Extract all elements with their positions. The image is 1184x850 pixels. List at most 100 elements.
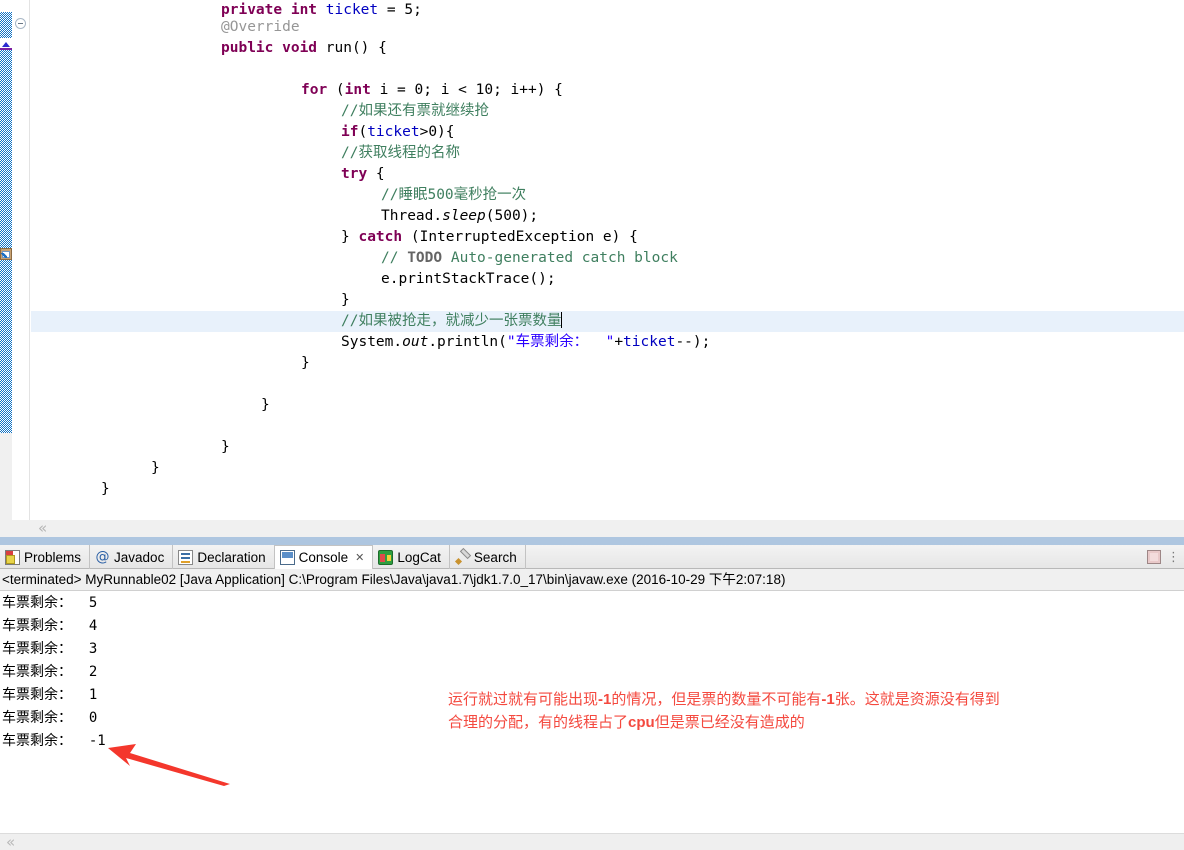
tab-label: Console <box>298 550 349 565</box>
code-token: (InterruptedException e) { <box>402 229 638 245</box>
code-token: (500); <box>485 208 539 224</box>
console-toolbar: ⋮ <box>1147 545 1180 569</box>
code-token: System. <box>341 334 403 350</box>
code-token: out <box>402 334 429 350</box>
source-code-text[interactable]: private int ticket = 5; @Override public v… <box>31 0 1184 545</box>
code-line[interactable]: public void run() { <box>31 38 1184 59</box>
code-token: //如果被抢走，就减少一张票数量 <box>341 313 562 329</box>
text-caret <box>561 312 563 328</box>
code-token: run() { <box>325 40 387 56</box>
code-token: } <box>101 481 110 497</box>
code-line[interactable]: //如果还有票就继续抢 <box>31 101 1184 122</box>
annotation-seg: 张。这就是资源没有得到 <box>834 691 1000 708</box>
editor-overview-ruler[interactable] <box>0 0 12 545</box>
code-token: + <box>614 334 624 350</box>
launch-configuration-line: <terminated> MyRunnable02 [Java Applicat… <box>0 569 1184 591</box>
close-icon[interactable]: ✕ <box>355 551 364 564</box>
code-token: TODO <box>407 250 443 266</box>
code-token: //睡眠500毫秒抢一次 <box>381 187 527 203</box>
problems-icon <box>5 549 20 565</box>
code-token: if <box>341 124 359 140</box>
code-token: public void <box>221 40 326 56</box>
view-tab-bar: Problems @ Javadoc Declaration Console ✕ LogCa… <box>0 545 1184 569</box>
code-token: @Override <box>221 19 300 35</box>
tab-javadoc[interactable]: @ Javadoc <box>90 545 174 569</box>
editor-folding-gutter[interactable] <box>12 0 30 545</box>
code-line[interactable]: e.printStackTrace(); <box>31 269 1184 290</box>
editor-horizontal-scrollbar[interactable]: « <box>12 520 1184 537</box>
code-line[interactable]: System.out.println("车票剩余： "+ticket--); <box>31 332 1184 353</box>
code-token: sleep <box>442 208 486 224</box>
code-token: ticket <box>623 334 676 350</box>
code-token: // <box>381 250 408 266</box>
view-tabs: Problems @ Javadoc Declaration Console ✕ LogCa… <box>0 545 526 569</box>
red-arrow-annotation-icon <box>108 744 230 786</box>
code-line[interactable]: } <box>31 437 1184 458</box>
tab-label: LogCat <box>397 549 441 565</box>
code-token: .println( <box>428 334 507 350</box>
code-line[interactable]: for (int i = 0; i < 10; i++) { <box>31 80 1184 101</box>
search-icon <box>455 550 470 565</box>
code-line[interactable]: } catch (InterruptedException e) { <box>31 227 1184 248</box>
javadoc-icon: @ <box>95 548 110 565</box>
console-output-line: 车票剩余： 5 <box>2 595 98 611</box>
editor-bottom-band <box>0 537 1184 545</box>
code-token: Thread. <box>381 208 443 224</box>
tab-label: Javadoc <box>114 549 165 565</box>
code-token: //如果还有票就继续抢 <box>341 103 489 119</box>
code-line[interactable]: Thread.sleep(500); <box>31 206 1184 227</box>
code-line[interactable]: } <box>31 458 1184 479</box>
code-token: i = 0; i < 10; i++) { <box>370 82 563 98</box>
eclipse-ide-window: private int ticket = 5; @Override public v… <box>0 0 1184 850</box>
stop-icon[interactable] <box>1147 550 1161 564</box>
task-marker-icon[interactable] <box>0 248 12 260</box>
code-token: ticket <box>367 124 420 140</box>
tab-search[interactable]: Search <box>450 545 526 569</box>
code-line[interactable]: try { <box>31 164 1184 185</box>
console-horizontal-scrollbar[interactable]: « <box>0 833 1184 850</box>
console-output-line: 车票剩余： -1 <box>2 733 106 749</box>
bookmark-marker-icon[interactable] <box>0 38 12 50</box>
code-editor-area: private int ticket = 5; @Override public v… <box>0 0 1184 545</box>
code-line[interactable]: //睡眠500毫秒抢一次 <box>31 185 1184 206</box>
annotation-seg: cpu <box>628 714 655 731</box>
code-token: } <box>221 439 230 455</box>
code-token: Auto-generated catch block <box>442 250 678 266</box>
annotation-seg: -1 <box>598 691 612 708</box>
tab-problems[interactable]: Problems <box>0 545 91 569</box>
code-token: } <box>341 229 359 245</box>
ruler-top-gap <box>0 0 12 12</box>
tab-declaration[interactable]: Declaration <box>173 545 275 569</box>
code-line[interactable]: } <box>31 395 1184 416</box>
console-output-line: 车票剩余： 2 <box>2 664 98 680</box>
code-line[interactable]: } <box>31 290 1184 311</box>
declaration-icon <box>178 549 194 565</box>
annotation-text-line-2: 合理的分配，有的线程占了cpu但是票已经没有造成的 <box>448 711 805 734</box>
code-token: "车票剩余： " <box>506 334 615 350</box>
console-scroll-left-chevron-icon[interactable]: « <box>6 834 15 850</box>
fold-collapse-icon[interactable] <box>15 18 26 29</box>
code-token: catch <box>358 229 403 245</box>
code-line[interactable]: if(ticket>0){ <box>31 122 1184 143</box>
console-output[interactable]: 车票剩余： 5 车票剩余： 4 车票剩余： 3 车票剩余： 2 车票剩余： 1 车票剩余：… <box>0 592 1184 832</box>
annotation-seg: -1 <box>821 691 835 708</box>
code-line[interactable]: } <box>31 353 1184 374</box>
console-view-panel: Problems @ Javadoc Declaration Console ✕ LogCa… <box>0 545 1184 850</box>
code-line[interactable]: //如果被抢走，就减少一张票数量 <box>31 311 1184 332</box>
annotation-seg: 的情况，但是票的数量不可能有 <box>611 691 822 708</box>
annotation-seg: 但是票已经没有造成的 <box>654 714 805 731</box>
logcat-icon <box>378 549 394 565</box>
code-line[interactable]: } <box>31 479 1184 500</box>
tab-console[interactable]: Console ✕ <box>274 545 374 569</box>
view-menu-icon[interactable]: ⋮ <box>1167 550 1180 565</box>
code-token: } <box>341 292 350 308</box>
code-token: { <box>367 166 385 182</box>
code-token: ( <box>358 124 368 140</box>
scroll-left-chevron-icon[interactable]: « <box>38 520 47 537</box>
code-token: ticket <box>325 2 379 18</box>
code-token: private int <box>221 2 326 18</box>
code-line[interactable]: @Override <box>31 17 1184 38</box>
tab-logcat[interactable]: LogCat <box>373 545 450 569</box>
code-line[interactable]: //获取线程的名称 <box>31 143 1184 164</box>
code-line[interactable]: // TODO Auto-generated catch block <box>31 248 1184 269</box>
